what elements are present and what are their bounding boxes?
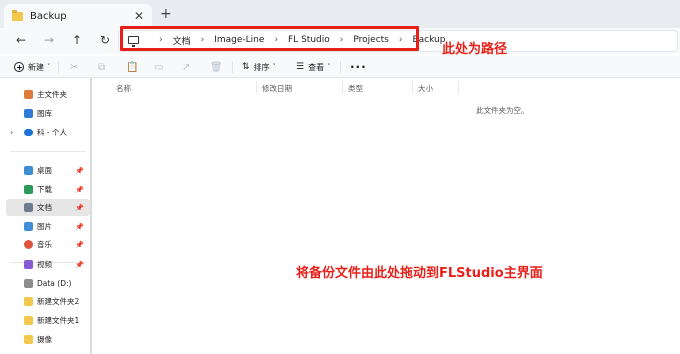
sidebar-scrollbar[interactable] bbox=[90, 78, 92, 354]
pin-icon: 📌 bbox=[75, 185, 84, 194]
new-button-label: 新建 bbox=[28, 62, 44, 72]
column-header-size[interactable]: 大小 bbox=[418, 83, 433, 94]
pin-icon: 📌 bbox=[75, 260, 84, 269]
toolbar-divider bbox=[340, 61, 341, 73]
sidebar-item-label: 新建文件夹2 bbox=[37, 297, 80, 306]
folder-icon bbox=[12, 9, 23, 21]
path-annotation: 此处为路径 bbox=[442, 42, 508, 57]
sidebar-divider bbox=[10, 151, 86, 152]
pictures-icon bbox=[24, 222, 33, 231]
column-separator[interactable] bbox=[458, 81, 459, 93]
folder-icon bbox=[24, 335, 33, 344]
new-button[interactable]: 新建 ˅ bbox=[14, 60, 51, 74]
sidebar-item[interactable]: 下载 📌 bbox=[0, 181, 90, 198]
drive-icon bbox=[24, 279, 33, 288]
pin-icon: 📌 bbox=[75, 240, 84, 249]
up-button[interactable]: ↑ bbox=[66, 30, 88, 50]
sidebar-item[interactable]: 文档 📌 bbox=[6, 199, 90, 216]
cloud-icon bbox=[24, 129, 33, 136]
sidebar-item[interactable]: 新建文件夹1 bbox=[0, 312, 90, 329]
back-button[interactable]: ← bbox=[10, 30, 32, 50]
sidebar-item-label: 图片 bbox=[37, 222, 52, 231]
desktop-icon bbox=[24, 166, 33, 175]
delete-icon[interactable]: 🗑 bbox=[210, 60, 223, 74]
more-options-button[interactable]: ··· bbox=[350, 60, 367, 74]
column-separator[interactable] bbox=[342, 81, 343, 93]
file-list: 名称 修改日期 类型 大小 此文件夹为空。 将备份文件由此处拖动到FLStudi… bbox=[96, 78, 680, 354]
chevron-down-icon: ˅ bbox=[47, 63, 51, 71]
sidebar-item[interactable]: › 科 - 个人 bbox=[0, 124, 90, 141]
navigation-pane: 主文件夹图库 › 科 - 个人 桌面 📌 下载 📌 文档 📌 图片 📌 音乐 📌 视频 📌 Data (D:)… bbox=[0, 78, 92, 354]
pin-icon: 📌 bbox=[75, 166, 84, 175]
column-header-type[interactable]: 类型 bbox=[348, 83, 363, 94]
copy-icon[interactable]: ⧉ bbox=[98, 60, 105, 74]
sidebar-item-label: 新建文件夹1 bbox=[37, 316, 80, 325]
cut-icon[interactable]: ✂ bbox=[70, 60, 78, 74]
forward-button[interactable]: → bbox=[38, 30, 60, 50]
sidebar-item-label: 主文件夹 bbox=[37, 90, 67, 99]
toolbar-divider bbox=[58, 61, 59, 73]
pin-icon: 📌 bbox=[75, 203, 84, 212]
view-button[interactable]: ☰ 查看 ˅ bbox=[296, 60, 331, 74]
sidebar-item-label: 音乐 bbox=[37, 240, 52, 249]
column-header-name[interactable]: 名称 bbox=[116, 83, 131, 94]
sort-button-label: 排序 bbox=[253, 62, 270, 72]
folder-icon bbox=[24, 297, 33, 306]
download-icon bbox=[24, 185, 33, 194]
column-header-modified[interactable]: 修改日期 bbox=[262, 83, 292, 94]
document-icon bbox=[24, 203, 33, 212]
music-icon bbox=[24, 240, 33, 249]
file-explorer-window: Backup ✕ + ← → ↑ ↻ › 文档 › Image-Line › F… bbox=[0, 0, 680, 354]
path-highlight-box bbox=[120, 26, 419, 51]
plus-circle-icon bbox=[14, 62, 24, 72]
sidebar-item[interactable]: 图片 📌 bbox=[0, 218, 90, 235]
drag-annotation: 将备份文件由此处拖动到FLStudio主界面 bbox=[296, 266, 543, 281]
sidebar-item-label: 文档 bbox=[37, 203, 52, 212]
view-button-label: 查看 bbox=[308, 62, 325, 72]
pin-icon: 📌 bbox=[75, 222, 84, 231]
sidebar-item[interactable]: 图库 bbox=[0, 105, 90, 122]
tab-backup[interactable]: Backup ✕ bbox=[4, 4, 152, 28]
gallery-icon bbox=[24, 109, 33, 118]
sidebar-item-label: 图库 bbox=[37, 109, 52, 118]
sidebar-item-label: 桌面 bbox=[37, 166, 52, 175]
view-icon: ☰ bbox=[296, 62, 305, 72]
video-icon bbox=[24, 260, 33, 269]
refresh-button[interactable]: ↻ bbox=[94, 30, 116, 50]
sidebar-item-label: Data (D:) bbox=[37, 279, 72, 288]
sidebar-item-label: 下载 bbox=[37, 185, 52, 194]
home-icon bbox=[24, 90, 33, 99]
sort-icon: ⇅ bbox=[242, 62, 250, 72]
paste-icon[interactable]: 📋 bbox=[126, 60, 138, 74]
folder-icon bbox=[24, 316, 33, 325]
sidebar-item[interactable]: 视频 📌 bbox=[0, 256, 90, 273]
sort-button[interactable]: ⇅ 排序 ˅ bbox=[242, 60, 276, 74]
sidebar-item[interactable]: 新建文件夹2 bbox=[0, 293, 90, 310]
sidebar-item-label: 科 - 个人 bbox=[37, 128, 67, 137]
column-separator[interactable] bbox=[256, 81, 257, 93]
command-bar: 新建 ˅ ✂ ⧉ 📋 ▭ ↗ 🗑 ⇅ 排序 ˅ ☰ 查看 ˅ ··· bbox=[0, 56, 680, 78]
toolbar-divider bbox=[232, 61, 233, 73]
empty-folder-message: 此文件夹为空。 bbox=[476, 106, 529, 115]
sidebar-item[interactable]: Data (D:) bbox=[0, 275, 90, 292]
share-icon[interactable]: ↗ bbox=[182, 60, 190, 74]
sidebar-item[interactable]: 桌面 📌 bbox=[0, 162, 90, 179]
chevron-right-icon[interactable]: › bbox=[10, 128, 13, 137]
sidebar-item-label: 视频 bbox=[37, 260, 52, 269]
close-icon[interactable]: ✕ bbox=[134, 8, 144, 24]
sidebar-item[interactable]: 主文件夹 bbox=[0, 86, 90, 103]
tab-title: Backup bbox=[30, 10, 67, 22]
chevron-down-icon: ˅ bbox=[272, 63, 277, 71]
new-tab-button[interactable]: + bbox=[160, 6, 172, 22]
sidebar-item[interactable]: 音乐 📌 bbox=[0, 236, 90, 253]
sidebar-item[interactable]: 摄像 bbox=[0, 331, 90, 348]
sidebar-item-label: 摄像 bbox=[37, 335, 52, 344]
tab-strip: Backup ✕ + bbox=[0, 0, 680, 28]
chevron-down-icon: ˅ bbox=[327, 63, 331, 71]
column-separator[interactable] bbox=[412, 81, 413, 93]
rename-icon[interactable]: ▭ bbox=[154, 60, 163, 74]
